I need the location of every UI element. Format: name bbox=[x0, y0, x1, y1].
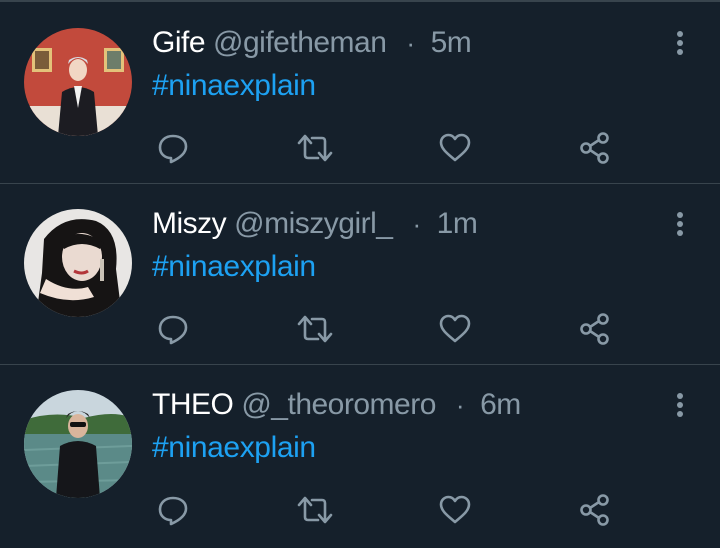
more-options-icon[interactable] bbox=[666, 210, 694, 238]
avatar-image bbox=[24, 28, 132, 136]
reply-icon[interactable] bbox=[150, 125, 196, 171]
timestamp[interactable]: 5m bbox=[431, 26, 472, 60]
tweet-feed: Gife @gifetheman · 5m #ninaexplain Miszy… bbox=[0, 0, 720, 548]
separator-dot: · bbox=[412, 208, 421, 239]
display-name[interactable]: Miszy bbox=[152, 207, 227, 241]
tweet[interactable]: Gife @gifetheman · 5m #ninaexplain bbox=[0, 3, 720, 184]
tweet[interactable]: THEO @_theoromero · 6m #ninaexplain bbox=[0, 365, 720, 546]
divider bbox=[0, 0, 720, 2]
like-icon[interactable] bbox=[432, 487, 478, 533]
tweet-actions bbox=[140, 306, 700, 352]
display-name[interactable]: Gife bbox=[152, 26, 206, 60]
share-icon[interactable] bbox=[572, 306, 618, 352]
separator-dot: · bbox=[406, 27, 415, 58]
avatar-image bbox=[24, 209, 132, 317]
tweet-text[interactable]: #ninaexplain bbox=[152, 431, 316, 465]
display-name[interactable]: THEO bbox=[152, 388, 234, 422]
reply-icon[interactable] bbox=[150, 487, 196, 533]
avatar-image bbox=[24, 390, 132, 498]
timestamp[interactable]: 6m bbox=[480, 388, 521, 422]
separator-dot: · bbox=[455, 389, 465, 420]
avatar[interactable] bbox=[24, 390, 132, 498]
more-options-icon[interactable] bbox=[666, 391, 694, 419]
like-icon[interactable] bbox=[432, 125, 478, 171]
tweet[interactable]: Miszy @miszygirl_ · 1m #ninaexplain bbox=[0, 184, 720, 365]
avatar[interactable] bbox=[24, 28, 132, 136]
tweet-actions bbox=[140, 125, 700, 171]
more-options-icon[interactable] bbox=[666, 29, 694, 57]
tweet-actions bbox=[140, 487, 700, 533]
like-icon[interactable] bbox=[432, 306, 478, 352]
reply-icon[interactable] bbox=[150, 306, 196, 352]
timestamp[interactable]: 1m bbox=[437, 207, 478, 241]
avatar[interactable] bbox=[24, 209, 132, 317]
tweet-header: THEO @_theoromero · 6m bbox=[152, 385, 521, 425]
tweet-header: Gife @gifetheman · 5m bbox=[152, 23, 472, 63]
user-handle[interactable]: @gifetheman bbox=[213, 26, 387, 60]
user-handle[interactable]: @miszygirl_ bbox=[234, 207, 393, 241]
tweet-text[interactable]: #ninaexplain bbox=[152, 69, 316, 103]
tweet-header: Miszy @miszygirl_ · 1m bbox=[152, 204, 478, 244]
retweet-icon[interactable] bbox=[292, 487, 338, 533]
share-icon[interactable] bbox=[572, 487, 618, 533]
share-icon[interactable] bbox=[572, 125, 618, 171]
user-handle[interactable]: @_theoromero bbox=[241, 388, 436, 422]
retweet-icon[interactable] bbox=[292, 306, 338, 352]
retweet-icon[interactable] bbox=[292, 125, 338, 171]
tweet-text[interactable]: #ninaexplain bbox=[152, 250, 316, 284]
